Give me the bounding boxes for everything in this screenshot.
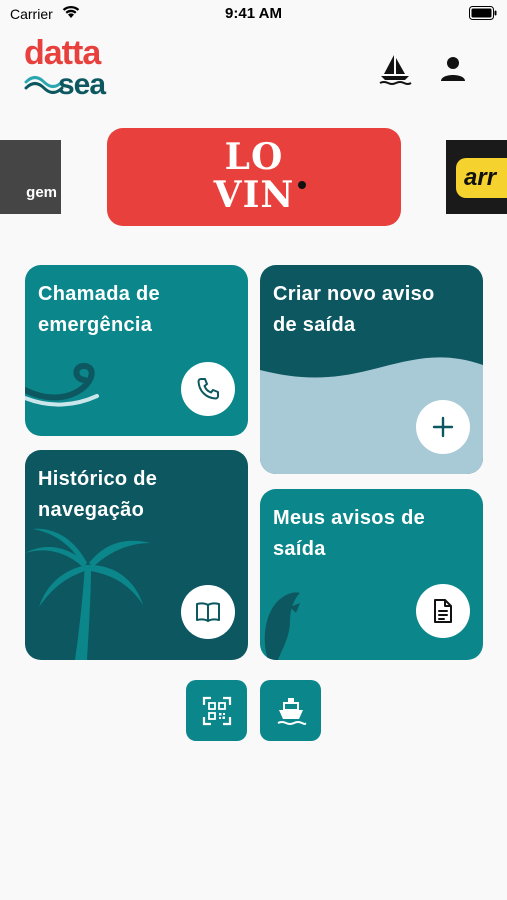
ship-button[interactable]: [260, 680, 321, 741]
profile-button[interactable]: [438, 54, 468, 84]
card-title-line2: navegação: [38, 499, 145, 521]
add-notice-button[interactable]: [416, 400, 470, 454]
card-title-line1: Criar novo aviso: [273, 283, 435, 305]
navigation-history-card[interactable]: Histórico de navegação: [25, 450, 248, 660]
logo-text-sea: sea: [58, 68, 106, 101]
palm-tree-icon: [25, 528, 150, 660]
card-title-line2: de saída: [273, 314, 356, 336]
ad-left-text: gem: [26, 184, 57, 201]
ad-banner-left[interactable]: gem: [0, 140, 61, 214]
sailboat-button[interactable]: [378, 52, 412, 86]
phone-icon: [197, 378, 219, 400]
ad-center-text: LO VIN: [107, 138, 401, 214]
dot-icon: [298, 181, 306, 189]
ad-right-badge: arr: [456, 158, 507, 198]
fish-icon: [264, 592, 300, 660]
my-notices-button[interactable]: [416, 584, 470, 638]
card-title-line1: Meus avisos de: [273, 507, 426, 529]
user-icon: [441, 57, 465, 81]
ship-icon: [277, 697, 306, 725]
plus-icon: [432, 416, 454, 438]
card-title: Meus avisos de saída: [273, 503, 425, 565]
emergency-call-card[interactable]: Chamada de emergência: [25, 265, 248, 436]
app-logo: datta sea: [24, 36, 134, 101]
card-title-line2: emergência: [38, 314, 153, 336]
status-time: 9:41 AM: [225, 5, 282, 22]
card-title: Chamada de emergência: [38, 279, 160, 341]
history-button[interactable]: [181, 585, 235, 639]
wave-decoration-icon: [25, 363, 99, 407]
ad-center-line2: VIN: [213, 174, 295, 216]
card-title-line2: saída: [273, 538, 326, 560]
sailboat-icon: [379, 55, 412, 85]
qr-code-icon: [202, 696, 231, 725]
status-bar: Carrier 9:41 AM: [0, 0, 507, 30]
ad-center-line1: LO: [224, 136, 284, 178]
book-icon: [196, 602, 220, 622]
battery-icon: [469, 6, 497, 20]
qr-code-button[interactable]: [186, 680, 247, 741]
logo-text-datta: datta: [24, 34, 101, 72]
ad-banner-lovin[interactable]: LO VIN: [107, 128, 401, 226]
ad-banner-right[interactable]: arr: [446, 140, 507, 214]
document-icon: [434, 599, 452, 623]
call-button[interactable]: [181, 362, 235, 416]
ad-right-text: arr: [464, 164, 497, 191]
card-title: Criar novo aviso de saída: [273, 279, 435, 341]
card-title-line1: Histórico de: [38, 468, 158, 490]
my-departure-notices-card[interactable]: Meus avisos de saída: [260, 489, 483, 660]
card-title-line1: Chamada de: [38, 283, 160, 305]
card-title: Histórico de navegação: [38, 464, 157, 526]
new-departure-notice-card[interactable]: Criar novo aviso de saída: [260, 265, 483, 474]
